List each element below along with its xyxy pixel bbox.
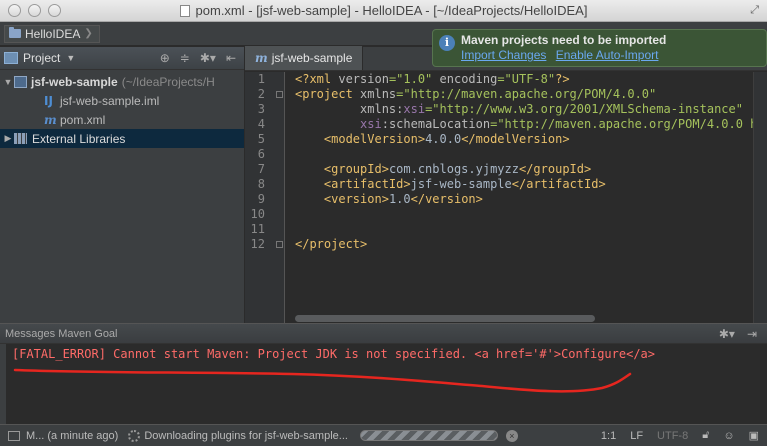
tree-item-label: jsf-web-sample.iml xyxy=(60,93,160,108)
fold-marker-icon[interactable] xyxy=(276,91,283,98)
chevron-down-icon[interactable]: ▼ xyxy=(66,53,75,63)
messages-title: Messages Maven Goal xyxy=(5,327,118,340)
module-name: jsf-web-sample xyxy=(31,74,118,89)
horizontal-scrollbar[interactable] xyxy=(295,313,753,323)
tab-label: jsf-web-sample xyxy=(271,51,353,65)
module-icon xyxy=(14,75,27,88)
chevron-right-icon: ❯ xyxy=(84,28,93,39)
document-icon xyxy=(179,4,190,17)
project-view-header: Project ▼ ⊕ ≑ ✱▾ ⇤ xyxy=(0,47,244,70)
messages-header: Messages Maven Goal ✱▾ ⇥ xyxy=(0,323,767,344)
line-number: 1 xyxy=(257,72,265,86)
background-task-text[interactable]: Downloading plugins for jsf-web-sample..… xyxy=(144,430,348,442)
fullscreen-icon[interactable]: ⤢ xyxy=(750,4,759,17)
code-line: xmlns:xsi="http://www.w3.org/2001/XMLSch… xyxy=(360,102,743,116)
collapse-all-icon[interactable]: ≑ xyxy=(180,51,190,65)
spinner-icon xyxy=(128,429,141,442)
messages-toolbar-strip xyxy=(0,344,6,424)
tree-item-iml[interactable]: IJ jsf-web-sample.iml xyxy=(0,91,244,110)
info-icon: i xyxy=(439,35,455,51)
gear-icon[interactable]: ✱▾ xyxy=(200,51,216,65)
editor: m jsf-web-sample 1 2 3 4 5 6 7 8 9 10 11… xyxy=(245,46,767,323)
module-path: (~/IdeaProjects/H xyxy=(121,74,215,89)
tree-item-pom[interactable]: m pom.xml xyxy=(0,110,244,129)
line-number: 8 xyxy=(257,177,265,191)
maven-file-icon: m xyxy=(44,112,57,127)
gear-icon[interactable]: ✱▾ xyxy=(719,327,735,341)
iml-file-icon: IJ xyxy=(44,93,53,108)
import-changes-link[interactable]: Import Changes xyxy=(461,48,546,62)
hide-panel-icon[interactable]: ⇤ xyxy=(226,51,236,65)
code-line: </project> xyxy=(295,237,368,251)
line-separator[interactable]: LF xyxy=(630,430,643,442)
collapsed-arrow-icon[interactable]: ▶ xyxy=(2,133,14,144)
zoom-window-button[interactable] xyxy=(48,4,61,17)
tree-item-label: External Libraries xyxy=(32,131,126,146)
event-log-icon[interactable]: ▣ xyxy=(749,429,759,442)
close-window-button[interactable] xyxy=(8,4,21,17)
status-bar: M... (a minute ago) Downloading plugins … xyxy=(0,424,767,446)
line-number: 6 xyxy=(257,147,265,161)
scroll-from-source-icon[interactable]: ⊕ xyxy=(160,51,170,65)
code-line: <project xmlns="http://maven.apache.org/… xyxy=(295,87,657,101)
project-tree: ▼ jsf-web-sample (~/IdeaProjects/H IJ js… xyxy=(0,70,244,148)
code-line: <groupId>com.cnblogs.yjmyzz</groupId> xyxy=(323,162,592,176)
maven-file-icon: m xyxy=(255,51,268,65)
vertical-scrollbar[interactable] xyxy=(753,72,767,323)
project-tool-window: Project ▼ ⊕ ≑ ✱▾ ⇤ ▼ jsf-web-sample (~/I… xyxy=(0,47,244,323)
messages-tool-window: Messages Maven Goal ✱▾ ⇥ [FATAL_ERROR] C… xyxy=(0,323,767,424)
maven-import-notification: i Maven projects need to be imported Imp… xyxy=(432,29,767,67)
hide-panel-icon[interactable]: ⇥ xyxy=(747,327,757,341)
folder-icon xyxy=(9,27,21,38)
line-number: 3 xyxy=(257,102,265,116)
progress-bar[interactable] xyxy=(359,430,498,441)
line-number: 7 xyxy=(257,162,265,176)
window-controls xyxy=(8,4,61,17)
code-line: <modelVersion>4.0.0</modelVersion> xyxy=(323,132,570,146)
window-title: pom.xml - [jsf-web-sample] - HelloIDEA -… xyxy=(195,3,588,18)
scrollbar-thumb[interactable] xyxy=(295,315,595,322)
tree-item-external-libraries[interactable]: ▶ External Libraries xyxy=(0,129,244,148)
caret-position[interactable]: 1:1 xyxy=(601,430,616,442)
code-area[interactable]: <?xml version="1.0" encoding="UTF-8"?> <… xyxy=(295,72,753,323)
line-number: 4 xyxy=(257,117,265,131)
line-number: 9 xyxy=(257,192,265,206)
line-number-gutter: 1 2 3 4 5 6 7 8 9 10 11 12 xyxy=(245,72,285,323)
inspector-icon[interactable]: ☺ xyxy=(723,430,734,442)
messages-body: [FATAL_ERROR] Cannot start Maven: Projec… xyxy=(0,344,767,424)
breadcrumb-project[interactable]: HelloIDEA ❯ xyxy=(4,24,100,43)
enable-auto-import-link[interactable]: Enable Auto-Import xyxy=(556,48,659,62)
tree-item-root[interactable]: ▼ jsf-web-sample (~/IdeaProjects/H xyxy=(0,72,244,91)
expand-arrow-icon[interactable]: ▼ xyxy=(2,77,14,87)
project-view-selector[interactable]: Project xyxy=(23,51,60,65)
notification-title: Maven projects need to be imported xyxy=(461,33,667,47)
code-line: <artifactId>jsf-web-sample</artifactId> xyxy=(323,177,606,191)
line-number: 11 xyxy=(250,222,265,236)
cancel-task-icon[interactable]: × xyxy=(505,429,518,442)
line-number: 10 xyxy=(250,207,265,221)
breadcrumb-label: HelloIDEA xyxy=(25,26,81,41)
code-line: <version>1.0</version> xyxy=(323,192,483,206)
status-message[interactable]: M... (a minute ago) xyxy=(26,430,118,442)
tab-pom-xml[interactable]: m jsf-web-sample xyxy=(245,46,364,70)
fatal-error-message[interactable]: [FATAL_ERROR] Cannot start Maven: Projec… xyxy=(12,347,655,361)
code-line: <?xml version="1.0" encoding="UTF-8"?> xyxy=(295,72,570,86)
code-line: xsi:schemaLocation="http://maven.apache.… xyxy=(360,117,753,131)
lock-icon[interactable]: 🔓︎ xyxy=(702,429,709,442)
minimize-window-button[interactable] xyxy=(28,4,41,17)
tree-item-label: pom.xml xyxy=(60,112,106,127)
tool-windows-toggle-icon[interactable] xyxy=(8,430,20,441)
project-view-icon xyxy=(4,52,18,64)
library-icon xyxy=(14,133,27,144)
fold-marker-icon[interactable] xyxy=(276,241,283,248)
hand-drawn-underline xyxy=(13,368,632,393)
title-bar: pom.xml - [jsf-web-sample] - HelloIDEA -… xyxy=(0,0,767,22)
line-number: 5 xyxy=(257,132,265,146)
file-encoding[interactable]: UTF-8 xyxy=(657,430,688,442)
